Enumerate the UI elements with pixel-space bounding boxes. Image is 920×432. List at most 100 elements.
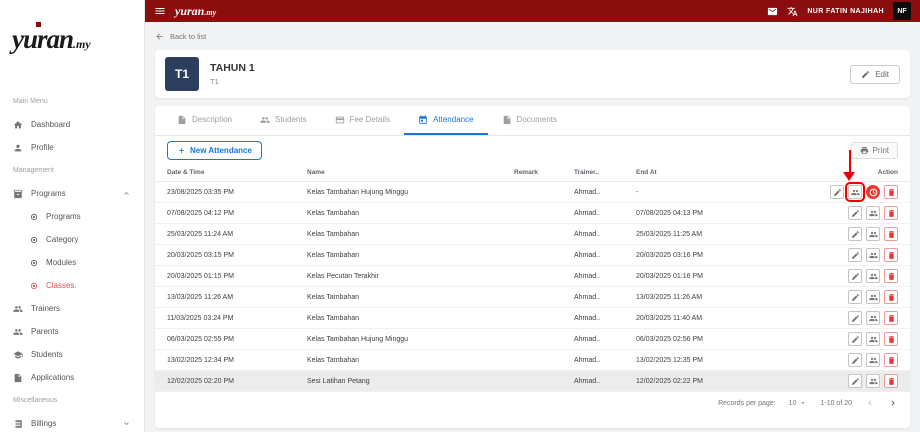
next-page-button[interactable] <box>888 398 898 408</box>
chevron-down-icon <box>122 419 131 428</box>
edit-icon[interactable] <box>848 290 862 304</box>
tab-label: Students <box>275 115 307 124</box>
sidebar-item-profile[interactable]: Profile <box>0 136 144 159</box>
edit-icon[interactable] <box>848 248 862 262</box>
cell-actions <box>800 181 910 203</box>
mark-attendance-icon[interactable] <box>845 182 865 202</box>
records-per-page-value: 10 <box>788 399 797 407</box>
box-icon <box>13 189 23 199</box>
cell-name: Kelas Tambahan <box>303 244 510 266</box>
print-button[interactable]: Print <box>850 141 898 159</box>
delete-icon[interactable] <box>884 290 898 304</box>
edit-icon[interactable] <box>848 227 862 241</box>
cell-date-time: 20/03/2025 01:15 PM <box>155 265 303 287</box>
table-row: 13/02/2025 12:34 PM Kelas Tambahan Ahmad..… <box>155 349 910 371</box>
cell-date-time: 13/03/2025 11:26 AM <box>155 286 303 308</box>
tab-fee-details[interactable]: Fee Details <box>321 106 404 135</box>
mark-attendance-icon[interactable] <box>866 374 880 388</box>
cell-actions <box>800 286 910 308</box>
delete-icon[interactable] <box>884 269 898 283</box>
new-attendance-button[interactable]: New Attendance <box>167 140 262 160</box>
records-per-page-select[interactable]: 10 <box>789 399 808 407</box>
delete-icon[interactable] <box>884 332 898 346</box>
edit-button[interactable]: Edit <box>850 64 900 84</box>
class-avatar: T1 <box>165 57 199 91</box>
col-action: Action <box>800 164 910 182</box>
mark-attendance-icon[interactable] <box>866 332 880 346</box>
sidebar-item-label: Profile <box>31 143 54 152</box>
menu-icon[interactable] <box>154 5 166 17</box>
class-subtitle: T1 <box>210 77 219 86</box>
delete-icon[interactable] <box>884 248 898 262</box>
sidebar-logo: yuran.my <box>0 0 144 90</box>
back-to-list-link[interactable]: Back to list <box>155 22 910 50</box>
cell-name: Kelas Pecutan Terakhir <box>303 265 510 287</box>
sidebar-item-students[interactable]: Students <box>0 343 144 366</box>
edit-icon[interactable] <box>848 374 862 388</box>
cell-end-at: 06/03/2025 02:56 PM <box>632 328 800 350</box>
chevron-right-icon <box>888 398 898 408</box>
sidebar-item-billings[interactable]: Billings <box>0 412 144 432</box>
clock-out-icon[interactable] <box>866 185 880 199</box>
section-label-management: Management <box>13 167 54 174</box>
cell-name: Kelas Tambahan <box>303 349 510 371</box>
cell-name: Kelas Tambahan Hujung Minggu <box>303 181 510 203</box>
tab-attendance[interactable]: Attendance <box>404 106 488 135</box>
tab-label: Attendance <box>433 115 474 124</box>
user-avatar[interactable]: NF <box>893 2 911 20</box>
cell-name: Kelas Tambahan <box>303 202 510 224</box>
tab-students[interactable]: Students <box>246 106 321 135</box>
sidebar-item-modules[interactable]: Modules <box>0 251 144 274</box>
delete-icon[interactable] <box>884 206 898 220</box>
language-icon[interactable] <box>787 6 798 17</box>
mark-attendance-icon[interactable] <box>866 311 880 325</box>
delete-icon[interactable] <box>884 185 898 199</box>
delete-icon[interactable] <box>884 311 898 325</box>
mark-attendance-icon[interactable] <box>866 206 880 220</box>
cell-end-at: 13/03/2025 11:26 AM <box>632 286 800 308</box>
mark-attendance-icon[interactable] <box>866 248 880 262</box>
mark-attendance-icon[interactable] <box>866 269 880 283</box>
table-row: 23/08/2025 03:35 PM Kelas Tambahan Hujung… <box>155 181 910 203</box>
attendance-table-body: 23/08/2025 03:35 PM Kelas Tambahan Hujung… <box>155 181 910 392</box>
tab-label: Fee Details <box>349 115 391 124</box>
sidebar-item-dashboard[interactable]: Dashboard <box>0 113 144 136</box>
delete-icon[interactable] <box>884 374 898 388</box>
chevron-left-icon <box>865 398 875 408</box>
cell-date-time: 12/02/2025 02:20 PM <box>155 370 303 392</box>
edit-icon[interactable] <box>830 185 844 199</box>
edit-icon[interactable] <box>848 353 862 367</box>
edit-icon[interactable] <box>848 311 862 325</box>
sidebar-item-applications[interactable]: Applications <box>0 366 144 389</box>
tab-label: Description <box>192 115 233 124</box>
user-name[interactable]: NUR FATIN NAJIHAH <box>807 8 884 15</box>
tab-documents[interactable]: Documents <box>488 106 571 135</box>
delete-icon[interactable] <box>884 353 898 367</box>
sidebar-item-label: Modules <box>46 258 77 267</box>
sidebar-item-programs[interactable]: Programs <box>0 205 144 228</box>
cell-actions <box>800 223 910 245</box>
mark-attendance-icon[interactable] <box>866 290 880 304</box>
edit-icon[interactable] <box>848 332 862 346</box>
edit-icon[interactable] <box>848 206 862 220</box>
cell-remark <box>510 307 570 329</box>
tab-description[interactable]: Description <box>163 106 246 135</box>
sidebar-item-trainers[interactable]: Trainers <box>0 297 144 320</box>
sidebar-item-parents[interactable]: Parents <box>0 320 144 343</box>
mark-attendance-icon[interactable] <box>866 353 880 367</box>
caret-down-icon <box>799 399 807 407</box>
edit-icon[interactable] <box>848 269 862 283</box>
sidebar-item-category[interactable]: Category <box>0 228 144 251</box>
file-icon <box>13 373 23 383</box>
mark-attendance-icon[interactable] <box>866 227 880 241</box>
prev-page-button[interactable] <box>865 398 875 408</box>
pencil-icon <box>861 70 870 79</box>
sidebar-item-classes[interactable]: Classes. <box>0 274 144 297</box>
col-name: Name <box>303 164 510 182</box>
print-label: Print <box>872 145 889 155</box>
delete-icon[interactable] <box>884 227 898 241</box>
table-row: 20/03/2025 03:15 PM Kelas Tambahan Ahmad..… <box>155 244 910 266</box>
mail-icon[interactable] <box>767 6 778 17</box>
table-header-row: Date & Time Name Remark Trainer.. End At… <box>155 164 910 182</box>
sidebar-item-programs-group[interactable]: Programs <box>0 182 144 205</box>
